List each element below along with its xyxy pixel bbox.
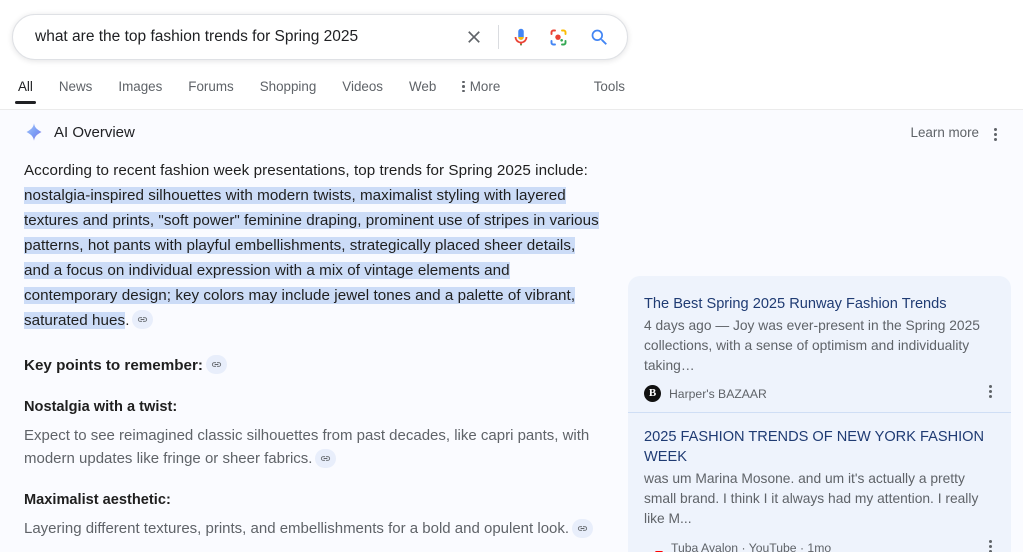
search-input[interactable] xyxy=(13,15,454,59)
link-chain-icon xyxy=(577,523,588,534)
search-bar[interactable] xyxy=(12,14,628,60)
source-title[interactable]: The Best Spring 2025 Runway Fashion Tren… xyxy=(644,294,995,314)
dots-vertical-icon xyxy=(989,540,992,552)
learn-more-link[interactable]: Learn more xyxy=(911,125,979,140)
tab-web[interactable]: Web xyxy=(409,74,436,103)
source-link-icon[interactable] xyxy=(315,449,336,468)
search-icon[interactable] xyxy=(577,15,621,59)
paragraph-lead: According to recent fashion week present… xyxy=(24,162,588,179)
source-menu-button[interactable] xyxy=(981,537,999,552)
search-nav-tabs: All News Images Forums Shopping Videos W… xyxy=(0,74,1023,110)
ai-overview-paragraph: According to recent fashion week present… xyxy=(24,158,604,333)
dots-vertical-icon xyxy=(989,385,992,398)
youtube-channel-avatar xyxy=(644,538,663,552)
source-snippet: was um Marina Mosone. and um it's actual… xyxy=(644,469,995,529)
sources-panel: The Best Spring 2025 Runway Fashion Tren… xyxy=(628,276,1011,552)
source-snippet: 4 days ago — Joy was ever-present in the… xyxy=(644,316,995,376)
section-heading: Nostalgia with a twist: xyxy=(24,397,604,417)
section-heading: Maximalist aesthetic: xyxy=(24,490,604,510)
tab-list: All News Images Forums Shopping Videos W… xyxy=(18,74,526,110)
results-body: AI Overview Learn more According to rece… xyxy=(0,110,1023,552)
section-body-text: Expect to see reimagined classic silhoue… xyxy=(24,427,589,467)
link-chain-icon xyxy=(211,359,222,370)
paragraph-highlighted-text: nostalgia-inspired silhouettes with mode… xyxy=(24,187,599,329)
more-label: More xyxy=(470,79,501,94)
tab-shopping[interactable]: Shopping xyxy=(260,74,317,103)
key-points-label: Key points to remember: xyxy=(24,357,203,374)
source-title[interactable]: 2025 FASHION TRENDS OF NEW YORK FASHION … xyxy=(644,427,995,467)
ai-overview-header: AI Overview Learn more xyxy=(0,110,1023,158)
google-lens-icon[interactable] xyxy=(539,15,577,59)
microphone-icon[interactable] xyxy=(503,15,539,59)
search-header: All News Images Forums Shopping Videos W… xyxy=(0,0,1023,110)
paragraph-tail: . xyxy=(125,312,129,329)
source-menu-button[interactable] xyxy=(981,382,999,400)
dots-vertical-icon xyxy=(994,128,997,141)
key-points-title: Key points to remember: xyxy=(24,355,604,377)
harpers-bazaar-favicon: B xyxy=(644,385,661,402)
ai-overview-title: AI Overview xyxy=(54,124,135,141)
source-link-icon[interactable] xyxy=(206,355,227,374)
section-body-text: Layering different textures, prints, and… xyxy=(24,520,569,537)
source-link-icon[interactable] xyxy=(572,519,593,538)
source-card[interactable]: The Best Spring 2025 Runway Fashion Tren… xyxy=(628,280,1011,412)
tab-videos[interactable]: Videos xyxy=(342,74,383,103)
source-link-icon[interactable] xyxy=(132,310,153,329)
source-card[interactable]: 2025 FASHION TRENDS OF NEW YORK FASHION … xyxy=(628,412,1011,552)
dots-vertical-icon xyxy=(462,81,465,93)
ai-overview-content: According to recent fashion week present… xyxy=(24,158,604,552)
sparkle-icon xyxy=(24,122,44,142)
source-name: Tuba Avalon · YouTube · 1mo xyxy=(671,541,831,552)
ai-overview-title-group: AI Overview xyxy=(24,122,135,142)
source-meta: Tuba Avalon · YouTube · 1mo xyxy=(644,538,995,552)
tab-news[interactable]: News xyxy=(59,74,92,103)
tab-forums[interactable]: Forums xyxy=(188,74,233,103)
more-filters-button[interactable]: More xyxy=(462,74,500,103)
source-meta: B Harper's BAZAAR xyxy=(644,385,995,402)
link-chain-icon xyxy=(320,453,331,464)
source-name: Harper's BAZAAR xyxy=(669,387,767,401)
tools-button[interactable]: Tools xyxy=(594,79,625,94)
search-divider xyxy=(498,25,499,49)
link-chain-icon xyxy=(137,314,148,325)
tab-images[interactable]: Images xyxy=(118,74,162,103)
close-icon[interactable] xyxy=(454,15,494,59)
section-body: Layering different textures, prints, and… xyxy=(24,517,604,540)
ai-overview-menu-button[interactable] xyxy=(985,124,1005,144)
section-body: Expect to see reimagined classic silhoue… xyxy=(24,424,604,470)
tab-all[interactable]: All xyxy=(18,74,33,103)
